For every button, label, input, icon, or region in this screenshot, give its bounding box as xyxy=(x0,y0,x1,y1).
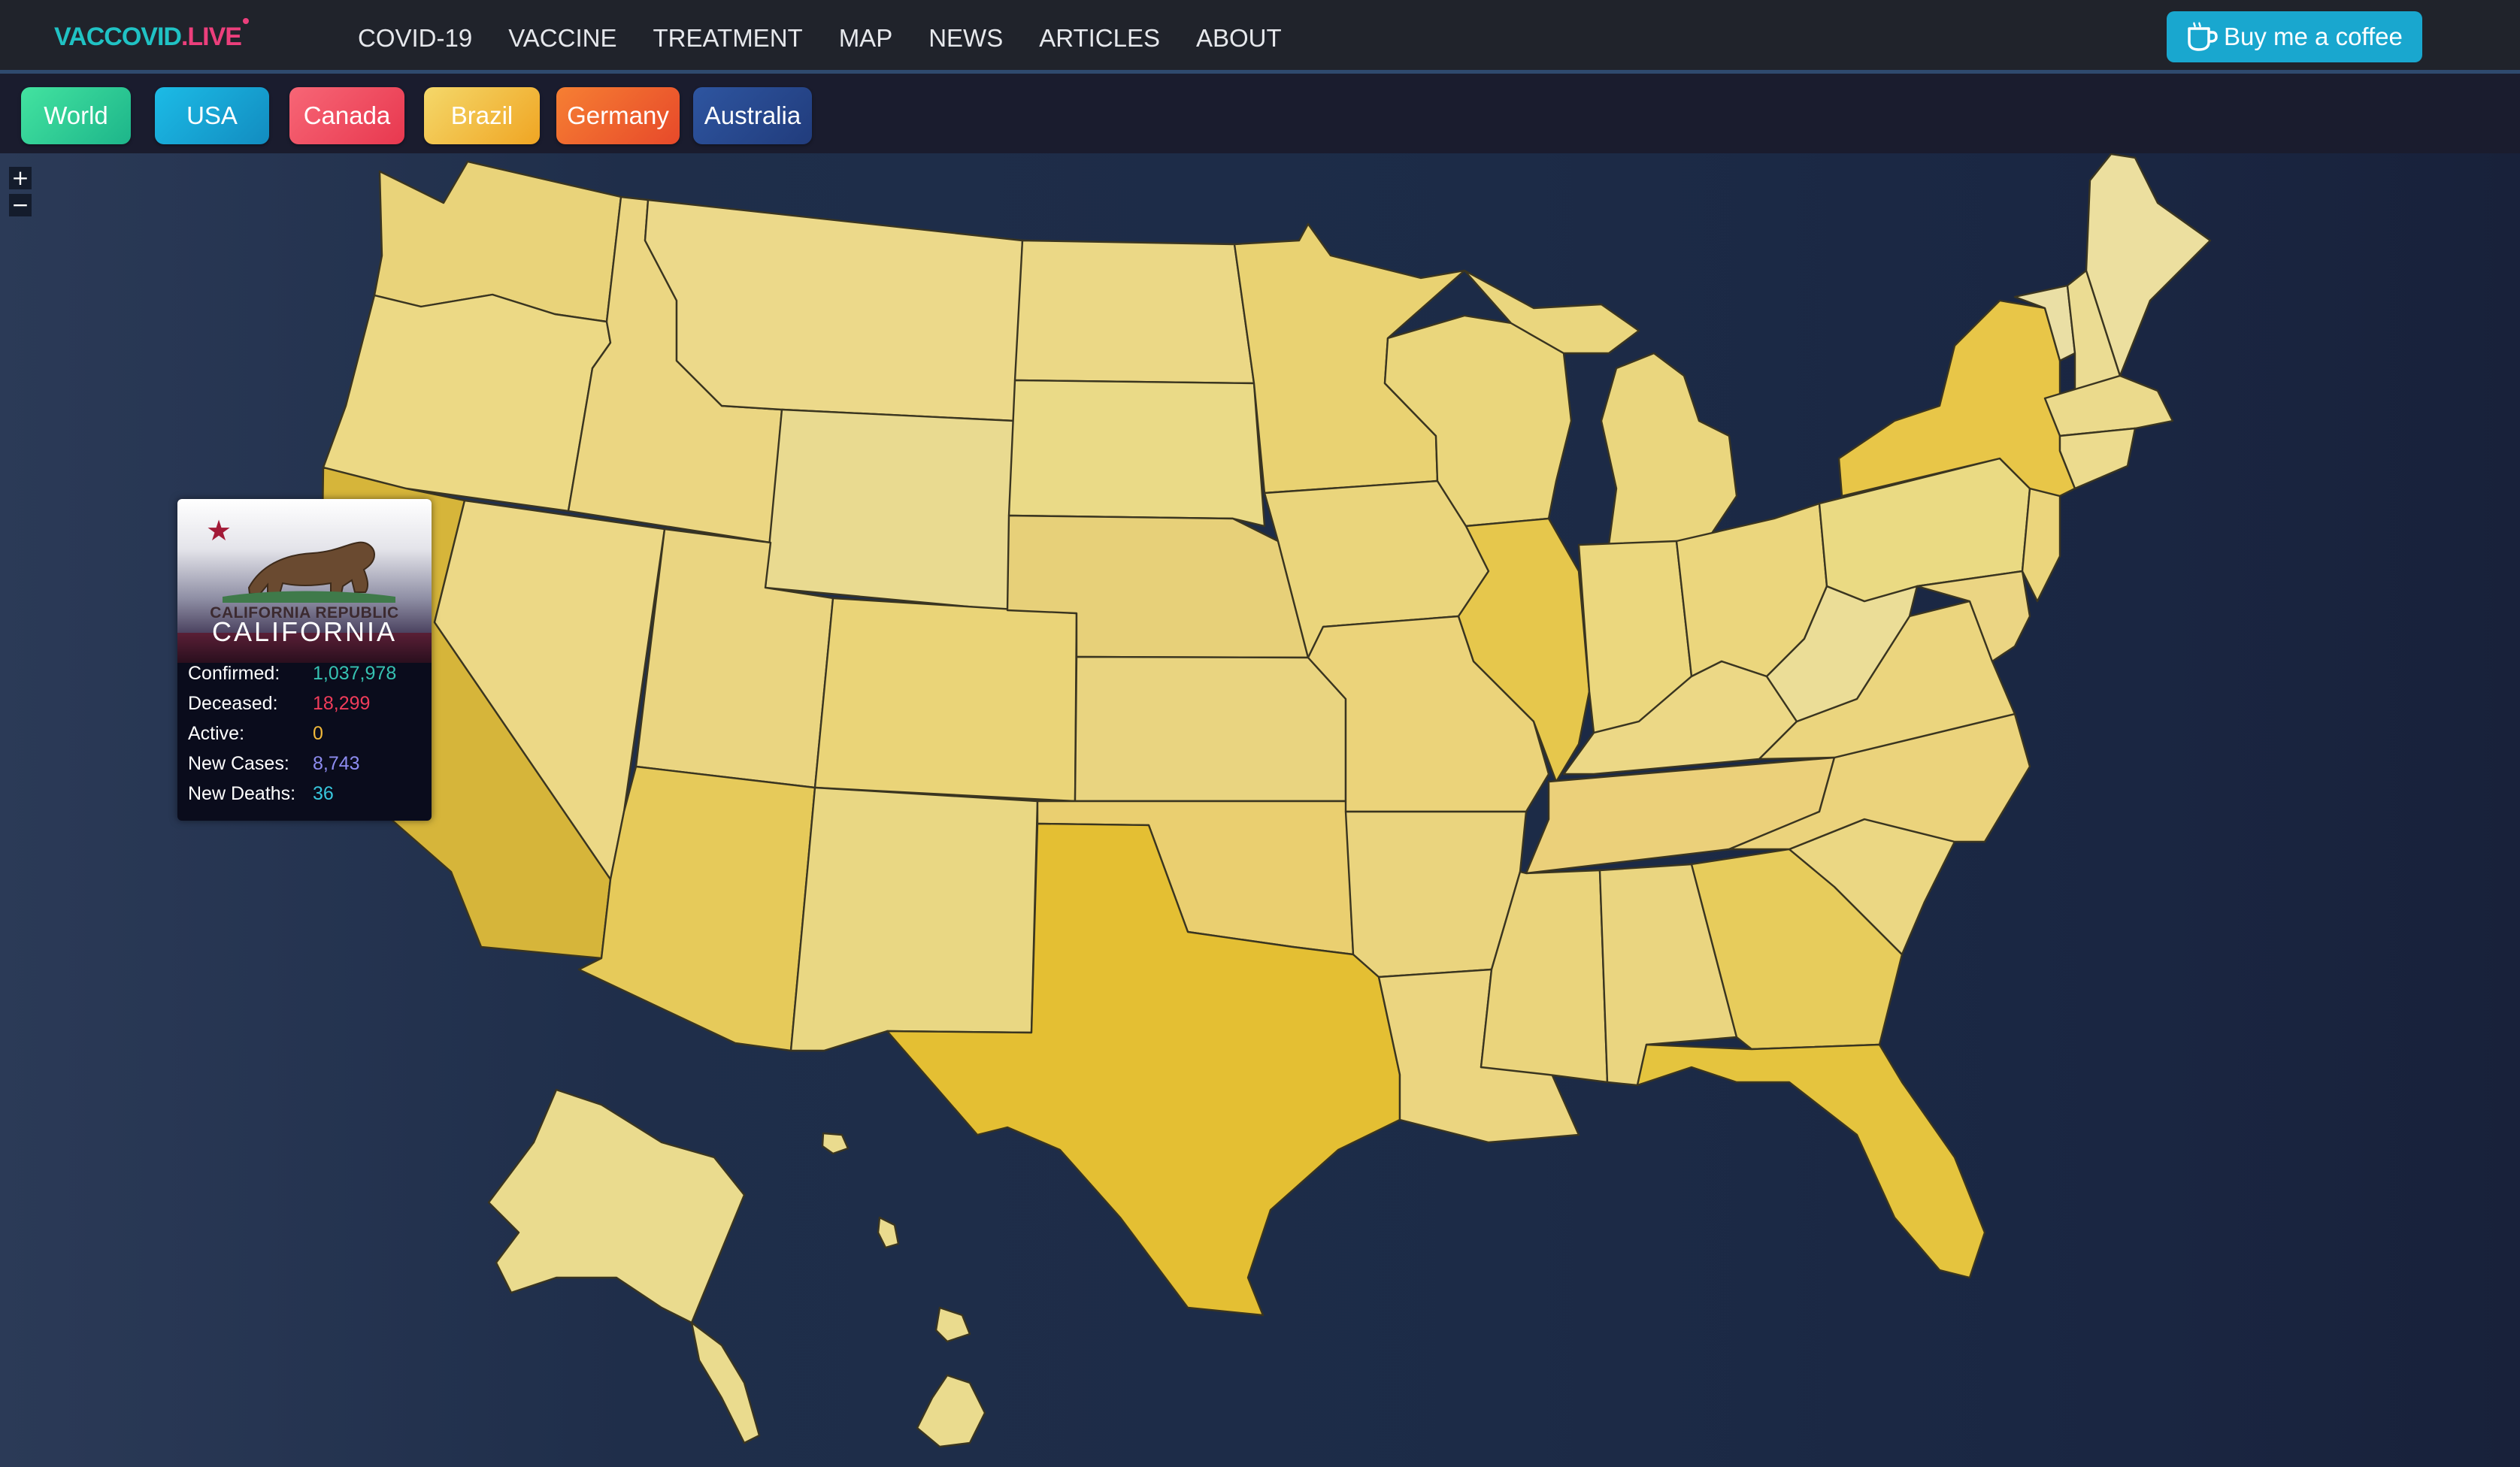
tab-brazil-label: Brazil xyxy=(450,101,513,129)
state-massachusetts[interactable] xyxy=(2043,374,2174,437)
state-info-tooltip: ★ CALIFORNIA REPUBLIC CALIFORNIA Confirm… xyxy=(177,499,432,821)
nav-about[interactable]: ABOUT xyxy=(1196,24,1282,53)
nav-covid19[interactable]: COVID-19 xyxy=(358,24,472,53)
stat-label: New Cases: xyxy=(188,752,289,774)
stat-value: 1,037,978 xyxy=(313,662,397,684)
stat-label: Confirmed: xyxy=(188,662,280,684)
tooltip-stats: Confirmed: 1,037,978 Deceased: 18,299 Ac… xyxy=(188,658,396,809)
stat-row-deceased: Deceased: 18,299 xyxy=(188,688,396,718)
nav-articles[interactable]: ARTICLES xyxy=(1039,24,1160,53)
stat-label: Deceased: xyxy=(188,692,278,714)
state-hawaii-big-island[interactable] xyxy=(916,1374,986,1448)
state-florida[interactable] xyxy=(1636,1043,1986,1279)
state-hawaii-maui[interactable] xyxy=(934,1306,971,1343)
tab-canada-label: Canada xyxy=(303,101,391,129)
state-wyoming[interactable] xyxy=(764,408,1016,612)
state-alaska-panhandle[interactable] xyxy=(690,1321,761,1444)
state-hawaii-kauai[interactable] xyxy=(821,1132,850,1155)
tab-usa-label: USA xyxy=(186,101,238,129)
coffee-cup-icon xyxy=(2188,22,2218,51)
stat-row-new-cases: New Cases: 8,743 xyxy=(188,749,396,779)
stat-value: 36 xyxy=(313,782,334,804)
stat-row-active: Active: 0 xyxy=(188,718,396,749)
tab-usa[interactable]: USA xyxy=(155,87,269,144)
site-logo[interactable]: VACCOVID.LIVE xyxy=(54,18,249,52)
stat-value: 8,743 xyxy=(313,752,360,774)
tab-germany-label: Germany xyxy=(567,101,669,129)
tab-germany[interactable]: Germany xyxy=(556,87,680,144)
state-hawaii-oahu[interactable] xyxy=(877,1216,900,1249)
tab-australia[interactable]: Australia xyxy=(693,87,812,144)
coffee-button-label: Buy me a coffee xyxy=(2224,23,2403,50)
state-colorado[interactable] xyxy=(813,597,1078,803)
state-new-jersey[interactable] xyxy=(2021,487,2061,603)
zoom-out-button[interactable]: − xyxy=(9,194,32,216)
logo-suffix-text: .LIVE xyxy=(180,23,242,51)
nav-vaccine[interactable]: VACCINE xyxy=(508,24,616,53)
logo-dot xyxy=(242,18,249,24)
stat-row-confirmed: Confirmed: 1,037,978 xyxy=(188,658,396,688)
state-new-york[interactable] xyxy=(1837,299,2076,498)
main-nav: COVID-19 VACCINE TREATMENT MAP NEWS ARTI… xyxy=(358,24,1318,53)
tooltip-state-name: CALIFORNIA xyxy=(211,616,398,647)
tab-brazil[interactable]: Brazil xyxy=(424,87,540,144)
nav-treatment[interactable]: TREATMENT xyxy=(653,24,802,53)
tab-australia-label: Australia xyxy=(704,101,801,129)
stat-value: 0 xyxy=(313,722,323,744)
state-south-dakota[interactable] xyxy=(1007,379,1266,528)
tab-canada[interactable]: Canada xyxy=(289,87,404,144)
zoom-in-button[interactable]: + xyxy=(9,167,32,189)
bear-icon xyxy=(223,541,395,603)
nav-news[interactable]: NEWS xyxy=(928,24,1003,53)
tab-world-label: World xyxy=(44,101,108,129)
state-north-dakota[interactable] xyxy=(1013,239,1255,385)
stat-label: New Deaths: xyxy=(188,782,296,804)
state-connecticut[interactable] xyxy=(2058,427,2137,490)
stat-value: 18,299 xyxy=(313,692,371,714)
state-kansas[interactable] xyxy=(1074,655,1347,803)
buy-me-a-coffee-button[interactable]: Buy me a coffee xyxy=(2167,11,2422,62)
state-new-mexico[interactable] xyxy=(789,786,1039,1052)
state-alaska[interactable] xyxy=(487,1088,746,1324)
stat-label: Active: xyxy=(188,722,245,744)
stat-row-new-deaths: New Deaths: 36 xyxy=(188,779,396,809)
nav-map[interactable]: MAP xyxy=(839,24,893,53)
page: VACCOVID.LIVE COVID-19 VACCINE TREATMENT… xyxy=(0,0,2520,1467)
region-tab-bar: World USA Canada Brazil Germany Australi… xyxy=(0,74,2520,153)
logo-main-text: VACCOVID xyxy=(54,23,182,51)
top-navigation-bar: VACCOVID.LIVE COVID-19 VACCINE TREATMENT… xyxy=(0,0,2520,74)
tab-world[interactable]: World xyxy=(21,87,131,144)
